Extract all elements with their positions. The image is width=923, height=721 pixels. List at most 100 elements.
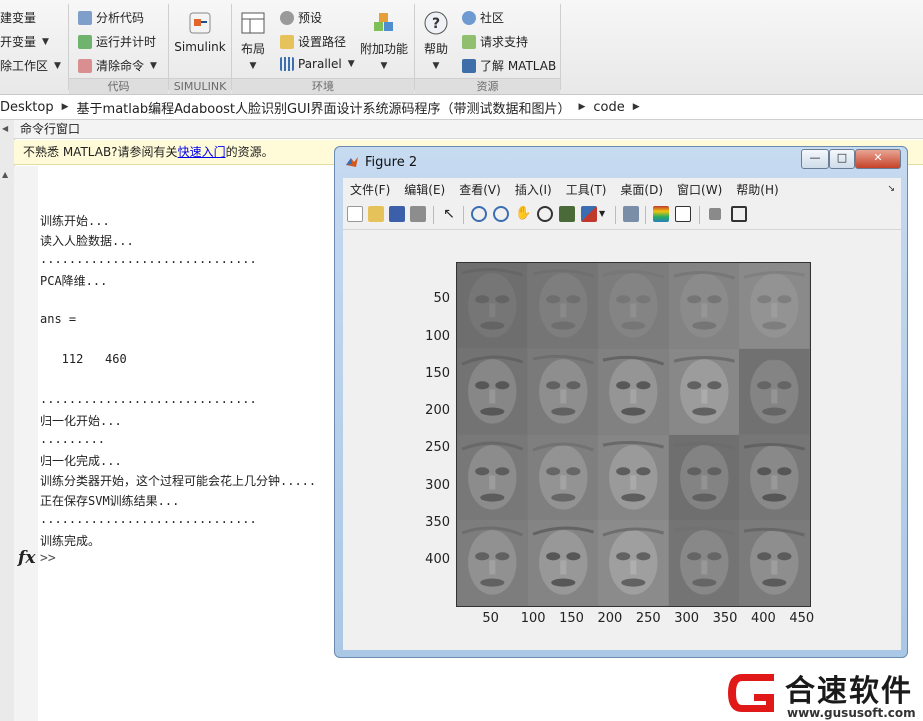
new-variable-button[interactable]: 建变量 [0, 9, 36, 26]
brush-icon[interactable] [581, 206, 597, 222]
quick-start-link[interactable]: 快速入门 [178, 145, 226, 159]
run-and-time-label: 运行并计时 [96, 35, 157, 49]
y-tick-label: 150 [425, 365, 450, 381]
dock-arrow-icon[interactable]: ↘ [887, 184, 895, 194]
breadcrumb-project-folder[interactable]: 基于matlab编程Adaboost人脸识别GUI界面设计系统源码程序（带测试数… [77, 98, 571, 117]
gusu-logo-icon [728, 674, 774, 712]
y-tick-label: 200 [425, 403, 450, 419]
eigenface-tile [527, 434, 599, 521]
command-prompt[interactable]: >> [40, 551, 56, 566]
x-tick-label: 300 [674, 611, 700, 626]
figure-canvas: 50 100 150 200 250 300 350 400 50 100 150 200 250 300… [343, 230, 901, 650]
menu-help[interactable]: 帮助(H) [736, 181, 778, 198]
new-figure-icon[interactable] [347, 206, 363, 222]
watermark-name: 合速软件 [785, 674, 913, 709]
y-tick-label: 100 [425, 328, 450, 344]
zoom-out-icon[interactable] [493, 206, 509, 222]
eigenface-tile [457, 434, 528, 521]
menu-file[interactable]: 文件(F) [350, 181, 390, 198]
close-button[interactable]: ✕ [855, 149, 901, 169]
output-line: 训练分类器开始，这个过程可能会花上几分钟..... [40, 474, 317, 488]
output-line: 正在保存SVM训练结果... [40, 494, 180, 508]
eigenface-tile [457, 520, 528, 606]
menu-tools[interactable]: 工具(T) [566, 181, 607, 198]
dropdown-arrow-icon: ▼ [42, 36, 49, 47]
x-tick-label: 450 [789, 611, 815, 626]
eigenface-tile [457, 348, 528, 435]
menu-insert[interactable]: 插入(I) [515, 181, 552, 198]
set-path-button[interactable]: 设置路径 [280, 33, 346, 50]
breadcrumb-arrow-icon: ▶ [632, 102, 640, 112]
community-button[interactable]: 社区 [462, 9, 504, 26]
figure-toolbar: ↖ ✋ ▼ [343, 200, 901, 230]
gear-icon [280, 10, 294, 25]
clear-workspace-button[interactable]: 除工作区 ▼ [0, 57, 61, 74]
breadcrumb-desktop[interactable]: Desktop [0, 100, 54, 115]
figure-menubar: 文件(F) 编辑(E) 查看(V) 插入(I) 工具(T) 桌面(D) 窗口(W… [343, 178, 901, 200]
parallel-label: Parallel [298, 57, 342, 71]
pan-hand-icon[interactable]: ✋ [515, 206, 531, 222]
link-plot-icon[interactable] [623, 206, 639, 222]
help-icon: ? [423, 10, 449, 36]
eigenface-tile [527, 348, 599, 435]
help-button[interactable]: ? 帮助 ▼ [418, 10, 454, 71]
menu-view[interactable]: 查看(V) [459, 181, 501, 198]
edit-plot-arrow-icon[interactable]: ↖ [441, 206, 457, 222]
brush-dropdown-icon[interactable]: ▼ [599, 206, 609, 222]
zoom-in-icon[interactable] [471, 206, 487, 222]
add-ons-button[interactable]: 附加功能 ▼ [356, 10, 412, 71]
legend-icon[interactable] [675, 206, 691, 222]
notice-text-after: 的资源。 [225, 145, 274, 159]
eigenface-tile [739, 520, 810, 606]
eigenface-image-axes[interactable] [456, 262, 811, 607]
analyze-code-button[interactable]: 分析代码 [78, 9, 144, 26]
print-icon[interactable] [410, 206, 426, 222]
collapsed-panel-gutter[interactable]: ◀ ▲ [0, 120, 15, 721]
y-tick-label: 250 [425, 440, 450, 456]
toolstrip-ribbon: 建变量 开变量 ▼ 除工作区 ▼ 分析代码 运行并计时 清除命令 ▼ Simulink… [0, 0, 923, 95]
folder-icon [280, 34, 294, 49]
output-line: 112 460 [40, 352, 127, 366]
show-plot-tools-icon[interactable] [731, 206, 747, 222]
simulink-button[interactable]: Simulink [172, 10, 228, 54]
expand-arrow-icon[interactable]: ▲ [2, 170, 8, 179]
preferences-label: 预设 [298, 11, 323, 25]
open-file-icon[interactable] [368, 206, 384, 222]
help-label: 帮助 [423, 42, 448, 56]
menu-window[interactable]: 窗口(W) [677, 181, 722, 198]
output-line: 归一化开始... [40, 414, 122, 428]
dropdown-arrow-icon: ▼ [380, 61, 388, 71]
menu-desktop[interactable]: 桌面(D) [620, 181, 663, 198]
output-line: 训练完成。 [40, 534, 101, 548]
learn-matlab-button[interactable]: 了解 MATLAB [462, 57, 556, 74]
breadcrumb-arrow-icon: ▶ [578, 102, 586, 112]
clear-workspace-label: 除工作区 [0, 59, 49, 73]
collapse-arrow-icon[interactable]: ◀ [2, 124, 8, 133]
learn-matlab-label: 了解 MATLAB [480, 59, 557, 73]
maximize-button[interactable]: □ [829, 149, 855, 169]
function-browser-icon[interactable]: fx [18, 548, 35, 568]
data-cursor-icon[interactable] [559, 206, 575, 222]
layout-button[interactable]: 布局 ▼ [234, 10, 272, 71]
output-line: 归一化完成... [40, 454, 122, 468]
clear-commands-button[interactable]: 清除命令 ▼ [78, 57, 157, 74]
notice-text-before: 不熟悉 MATLAB?请参阅有关 [23, 145, 178, 159]
preferences-button[interactable]: 预设 [280, 9, 322, 26]
run-and-time-button[interactable]: 运行并计时 [78, 33, 156, 50]
hide-plot-tools-icon[interactable] [709, 208, 721, 220]
menu-edit[interactable]: 编辑(E) [404, 181, 445, 198]
save-icon[interactable] [389, 206, 405, 222]
open-variable-button[interactable]: 开变量 ▼ [0, 33, 49, 50]
breadcrumb-code[interactable]: code [593, 100, 624, 115]
rotate-3d-icon[interactable] [537, 206, 553, 222]
minimize-button[interactable]: — [801, 149, 829, 169]
request-support-button[interactable]: 请求支持 [462, 33, 528, 50]
eigenface-tile [739, 348, 810, 435]
clear-commands-icon [78, 58, 92, 73]
colorbar-icon[interactable] [653, 206, 669, 222]
parallel-button[interactable]: Parallel ▼ [280, 57, 355, 71]
eigenface-tile [598, 263, 669, 349]
figure-window[interactable]: Figure 2 — □ ✕ 文件(F) 编辑(E) 查看(V) 插入(I) 工… [334, 146, 908, 658]
figure-titlebar[interactable]: Figure 2 [345, 152, 417, 172]
eigenface-tile [457, 263, 528, 349]
